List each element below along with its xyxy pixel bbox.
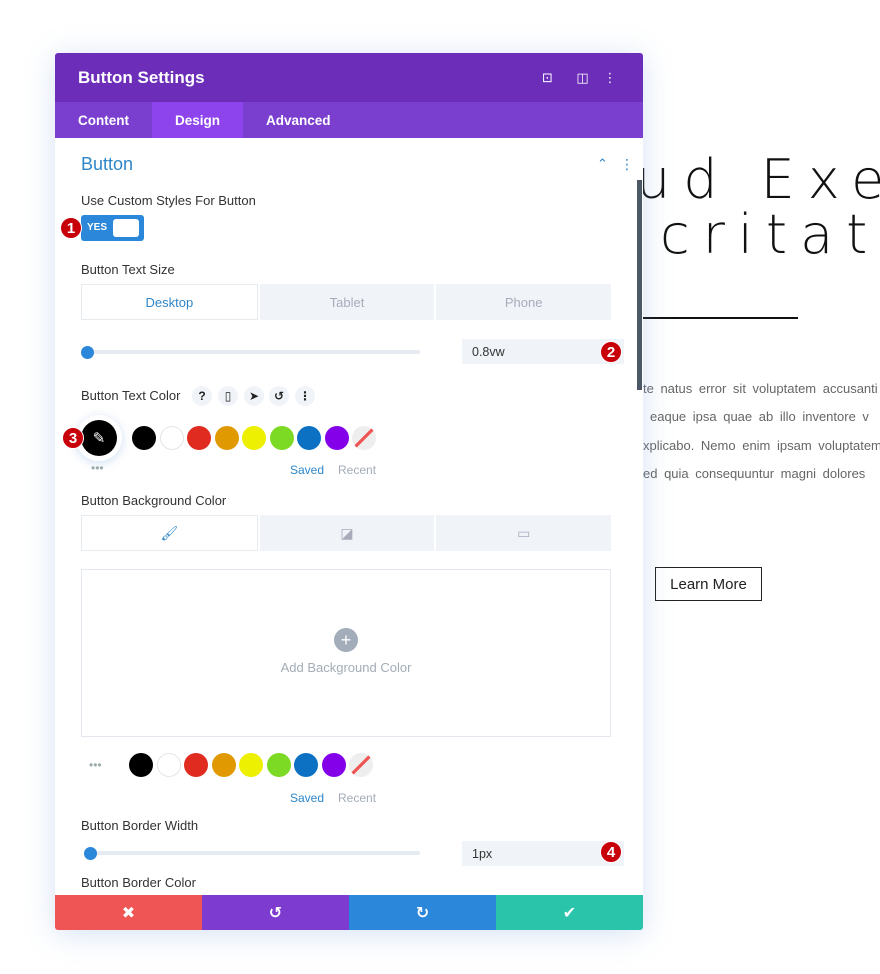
step-badge: 3: [62, 427, 84, 449]
learn-more-button[interactable]: Learn More: [655, 567, 762, 601]
text-color-label: Button Text Color: [81, 388, 181, 403]
color-swatch[interactable]: [187, 426, 211, 450]
more-vertical-icon[interactable]: ⋮: [600, 70, 620, 86]
add-bg-label: Add Background Color: [280, 660, 412, 675]
color-swatch[interactable]: [159, 426, 184, 450]
eyedropper-icon: ✎: [92, 430, 106, 447]
color-swatch[interactable]: [239, 753, 263, 777]
help-icon[interactable]: ?: [192, 386, 212, 406]
border-width-label: Button Border Width: [81, 818, 199, 833]
saved-tab[interactable]: Saved: [290, 463, 324, 477]
image-icon[interactable]: ▭: [436, 515, 612, 551]
reset-icon[interactable]: ↺: [269, 386, 289, 406]
panel-footer: ✖ ↺ ↻ ✔: [55, 895, 643, 930]
more-icon[interactable]: ⋮: [295, 386, 315, 406]
scrollbar[interactable]: [637, 180, 642, 390]
paragraph-line: eaque ipsa quae ab illo inventore v: [650, 409, 869, 424]
tab-content[interactable]: Content: [55, 102, 152, 138]
section-title[interactable]: Button: [81, 154, 133, 175]
no-color-swatch[interactable]: [352, 426, 376, 450]
panel-header: Button Settings ⊡ ◫ ⋮: [55, 53, 643, 102]
panel-title: Button Settings: [78, 67, 205, 87]
bg-color-label: Button Background Color: [81, 493, 227, 508]
tab-design[interactable]: Design: [152, 102, 244, 138]
bg-type-tabs: 🖌 ◪ ▭: [81, 515, 612, 551]
paragraph-line: ed quia consequuntur magni dolores: [643, 466, 866, 481]
color-swatch[interactable]: [242, 426, 266, 450]
section-more-icon[interactable]: ⋮: [620, 156, 634, 173]
panel-tabs: Content Design Advanced: [55, 102, 643, 138]
toggle-value: YES: [87, 222, 108, 233]
gradient-icon[interactable]: ◪: [259, 515, 435, 551]
focus-icon[interactable]: ⊡: [530, 70, 565, 86]
text-size-label: Button Text Size: [81, 262, 175, 277]
recent-tab[interactable]: Recent: [338, 463, 376, 477]
cursor-icon[interactable]: ➤: [244, 386, 264, 406]
tab-phone[interactable]: Phone: [436, 284, 612, 320]
swatch-row: [129, 753, 373, 777]
split-view-icon[interactable]: ◫: [565, 70, 600, 86]
color-swatch[interactable]: [211, 753, 236, 777]
chevron-up-icon[interactable]: ⌃: [597, 156, 608, 172]
slider-handle[interactable]: [84, 847, 97, 860]
more-colors-icon[interactable]: •••: [89, 758, 102, 772]
tab-advanced[interactable]: Advanced: [243, 102, 354, 138]
color-swatch[interactable]: [129, 753, 153, 777]
plus-icon: +: [334, 628, 358, 652]
cancel-button[interactable]: ✖: [55, 895, 202, 930]
step-badge: 4: [600, 841, 622, 863]
text-size-slider[interactable]: [85, 350, 420, 354]
more-colors-icon[interactable]: •••: [91, 461, 104, 475]
hero-heading-line-2: critat: [660, 203, 880, 266]
custom-styles-label: Use Custom Styles For Button: [81, 193, 256, 208]
step-badge: 1: [60, 217, 82, 239]
color-swatch[interactable]: [324, 426, 349, 450]
color-swatch[interactable]: [184, 753, 208, 777]
color-swatch[interactable]: [269, 426, 294, 450]
paragraph-line: te natus error sit voluptatem accusanti: [643, 381, 878, 396]
tab-desktop[interactable]: Desktop: [81, 284, 258, 320]
panel-body: Button ⌃ ⋮ Use Custom Styles For Button …: [55, 138, 643, 895]
paragraph-line: xplicabo. Nemo enim ipsam voluptatem: [643, 438, 880, 453]
color-swatch[interactable]: [294, 753, 318, 777]
color-swatch[interactable]: [266, 753, 291, 777]
border-width-slider[interactable]: [85, 851, 420, 855]
recent-tab[interactable]: Recent: [338, 791, 376, 805]
color-swatch[interactable]: [156, 753, 181, 777]
color-swatch[interactable]: [132, 426, 156, 450]
save-button[interactable]: ✔: [496, 895, 643, 930]
step-badge: 2: [600, 341, 622, 363]
device-tabs: Desktop Tablet Phone: [81, 284, 612, 320]
button-settings-panel: Button Settings ⊡ ◫ ⋮ Content Design Adv…: [55, 53, 643, 930]
mobile-icon[interactable]: ▯: [218, 386, 238, 406]
border-color-label: Button Border Color: [81, 875, 196, 890]
redo-button[interactable]: ↻: [349, 895, 496, 930]
saved-tab[interactable]: Saved: [290, 791, 324, 805]
divider: [640, 317, 798, 319]
color-icon[interactable]: 🖌: [81, 515, 258, 551]
color-swatch[interactable]: [214, 426, 239, 450]
tab-tablet[interactable]: Tablet: [259, 284, 435, 320]
undo-button[interactable]: ↺: [202, 895, 349, 930]
hero-heading-line-1: ud Exe: [636, 148, 880, 211]
color-swatch[interactable]: [297, 426, 321, 450]
custom-styles-toggle[interactable]: YES: [81, 215, 144, 241]
add-background-color[interactable]: + Add Background Color: [81, 569, 611, 737]
no-color-swatch[interactable]: [349, 753, 373, 777]
swatch-row: [132, 426, 376, 450]
color-picker-button[interactable]: ✎: [81, 420, 117, 456]
color-swatch[interactable]: [321, 753, 346, 777]
slider-handle[interactable]: [81, 346, 94, 359]
